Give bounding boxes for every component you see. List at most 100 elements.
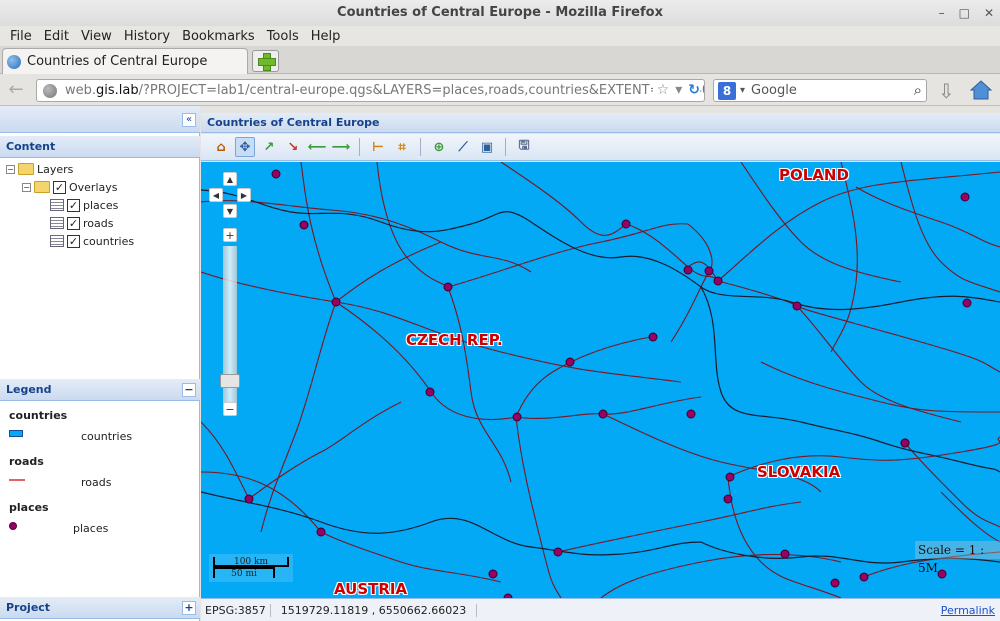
places-checkbox[interactable]: ✓: [67, 198, 80, 212]
reload-icon[interactable]: ↻: [688, 82, 700, 98]
menu-edit[interactable]: Edit: [38, 29, 75, 44]
minimize-icon[interactable]: –: [939, 0, 945, 26]
site-identity-icon[interactable]: [43, 83, 57, 98]
roads-checkbox[interactable]: ✓: [67, 216, 80, 230]
expand-project-button[interactable]: +: [182, 601, 196, 615]
place-marker[interactable]: [648, 332, 658, 342]
place-marker[interactable]: [244, 494, 254, 504]
zoom-out-button[interactable]: −: [223, 402, 237, 416]
map-title: Countries of Central Europe: [207, 116, 380, 129]
tree-node-places[interactable]: ✓ places: [50, 196, 118, 214]
measure-area-icon[interactable]: ⌗: [392, 137, 412, 157]
legend-label-roads: roads: [81, 476, 112, 489]
place-marker[interactable]: [553, 547, 563, 557]
project-panel-header[interactable]: Project +: [0, 597, 200, 619]
pan-left-button[interactable]: ◀: [209, 188, 223, 202]
place-marker[interactable]: [830, 578, 840, 588]
overlays-checkbox[interactable]: ✓: [53, 180, 66, 194]
collapse-sidebar-button[interactable]: «: [182, 113, 196, 127]
identify-polygon-icon[interactable]: ▣: [477, 137, 497, 157]
place-marker[interactable]: [900, 438, 910, 448]
collapse-legend-button[interactable]: −: [182, 383, 196, 397]
back-button[interactable]: ←: [4, 80, 28, 100]
place-marker[interactable]: [443, 282, 453, 292]
map-panel-header: Countries of Central Europe: [201, 113, 1000, 133]
place-marker[interactable]: [299, 220, 309, 230]
zoom-out-box-icon[interactable]: ↘: [283, 137, 303, 157]
countries-checkbox[interactable]: ✓: [67, 234, 80, 248]
collapse-toggle-icon[interactable]: −: [22, 182, 31, 192]
new-tab-button[interactable]: [252, 50, 279, 72]
search-icon[interactable]: ⌕: [914, 81, 922, 99]
home-icon[interactable]: [970, 80, 992, 100]
pan-tool-icon[interactable]: ✥: [235, 137, 255, 157]
place-marker[interactable]: [713, 276, 723, 286]
place-marker[interactable]: [859, 572, 869, 582]
place-marker[interactable]: [683, 265, 693, 275]
tree-node-layers[interactable]: − Layers: [6, 160, 73, 178]
zoom-in-box-icon[interactable]: ↗: [259, 137, 279, 157]
folder-icon: [34, 181, 50, 193]
place-marker[interactable]: [271, 169, 281, 179]
menu-help[interactable]: Help: [305, 29, 347, 44]
pan-right-button[interactable]: ▶: [237, 188, 251, 202]
legend-title: Legend: [6, 383, 52, 396]
menu-file[interactable]: File: [4, 29, 38, 44]
layer-tree: − Layers − ✓ Overlays ✓ places ✓ roads ✓…: [0, 160, 200, 378]
dropdown-arrow-icon[interactable]: ▾: [675, 82, 682, 98]
zoom-slider-handle[interactable]: [220, 374, 240, 388]
place-marker[interactable]: [565, 357, 575, 367]
place-marker[interactable]: [488, 569, 498, 579]
zoom-max-extent-home-icon[interactable]: ⌂: [211, 137, 231, 157]
bookmark-star-icon[interactable]: ☆: [657, 82, 670, 98]
place-marker[interactable]: [316, 527, 326, 537]
place-marker[interactable]: [598, 409, 608, 419]
tree-node-countries[interactable]: ✓ countries: [50, 232, 134, 250]
map-toolbar: ⌂ ✥ ↗ ↘ ⟵ ⟶ ⊢ ⌗ ⊕ ⟋ ▣ 🖫: [201, 134, 1000, 161]
identify-point-icon[interactable]: ⊕: [429, 137, 449, 157]
permalink-link[interactable]: Permalink: [941, 604, 995, 617]
download-icon[interactable]: ⇩: [938, 79, 955, 103]
collapse-toggle-icon[interactable]: −: [6, 164, 15, 174]
zoom-in-button[interactable]: +: [223, 228, 237, 242]
google-engine-icon[interactable]: 8: [718, 81, 736, 100]
sidebar-top-bar: «: [0, 106, 200, 133]
place-marker[interactable]: [960, 192, 970, 202]
place-marker[interactable]: [725, 472, 735, 482]
place-marker[interactable]: [512, 412, 522, 422]
place-marker[interactable]: [331, 297, 341, 307]
tree-node-roads[interactable]: ✓ roads: [50, 214, 113, 232]
menu-tools[interactable]: Tools: [261, 29, 305, 44]
tab-bar: Countries of Central Europe: [0, 46, 1000, 74]
place-marker[interactable]: [780, 549, 790, 559]
search-bar[interactable]: 8 ▾ Google ⌕: [713, 79, 927, 102]
place-marker[interactable]: [425, 387, 435, 397]
place-marker[interactable]: [937, 569, 947, 579]
tab-countries[interactable]: Countries of Central Europe: [2, 48, 248, 74]
place-marker[interactable]: [792, 301, 802, 311]
print-save-icon[interactable]: 🖫: [514, 137, 534, 157]
place-marker[interactable]: [962, 298, 972, 308]
map-canvas[interactable]: POLAND CZECH REP. SLOVAKIA AUSTRIA ▲ ◀ ▶…: [201, 162, 1000, 598]
menu-view[interactable]: View: [75, 29, 118, 44]
tree-node-overlays[interactable]: − ✓ Overlays: [22, 178, 118, 196]
pan-down-button[interactable]: ▼: [223, 204, 237, 218]
pan-up-button[interactable]: ▲: [223, 172, 237, 186]
place-marker[interactable]: [621, 219, 631, 229]
menu-history[interactable]: History: [118, 29, 176, 44]
places-layer: [244, 169, 972, 598]
close-icon[interactable]: ✕: [984, 0, 994, 26]
url-domain: gis.lab: [96, 83, 139, 98]
place-marker[interactable]: [686, 409, 696, 419]
previous-extent-icon[interactable]: ⟵: [307, 137, 327, 157]
maximize-icon[interactable]: □: [959, 0, 970, 26]
measure-length-icon[interactable]: ⊢: [368, 137, 388, 157]
menu-bookmarks[interactable]: Bookmarks: [176, 29, 261, 44]
identify-line-icon[interactable]: ⟋: [453, 137, 473, 157]
next-extent-icon[interactable]: ⟶: [331, 137, 351, 157]
country-borders-layer: [201, 189, 1000, 564]
address-bar[interactable]: web. gis.lab/?PROJECT=lab1/central-europe…: [36, 79, 705, 102]
place-marker[interactable]: [723, 494, 733, 504]
search-engine-dropdown-icon[interactable]: ▾: [740, 85, 745, 96]
place-marker[interactable]: [704, 266, 714, 276]
